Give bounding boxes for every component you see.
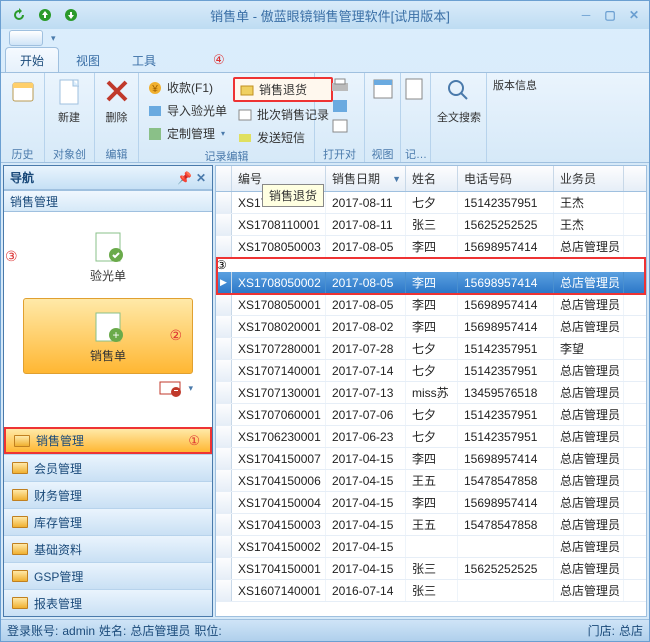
folder-icon bbox=[12, 570, 28, 582]
fullsearch-button[interactable]: 全文搜索 bbox=[435, 75, 483, 127]
table-row[interactable]: XS17071300012017-07-13miss苏13459576518总店… bbox=[216, 382, 646, 404]
tab-tools[interactable]: 工具 bbox=[117, 47, 171, 72]
nav-section-header[interactable]: 销售管理 bbox=[4, 190, 212, 212]
data-grid: 编号销售退货 销售日期▼ 姓名 电话号码 业务员 XS1708110002201… bbox=[215, 165, 647, 617]
folder-icon bbox=[12, 516, 28, 528]
table-row[interactable]: XS17071400012017-07-14七夕15142357951总店管理员 bbox=[216, 360, 646, 382]
nav-list: 销售管理① 会员管理 财务管理 库存管理 基础资料 GSP管理 报表管理 bbox=[4, 427, 212, 616]
grid-header: 编号销售退货 销售日期▼ 姓名 电话号码 业务员 bbox=[216, 166, 646, 192]
table-row[interactable]: XS17041500042017-04-15李四15698957414总店管理员 bbox=[216, 492, 646, 514]
table-row[interactable]: XS17041500032017-04-15王五15478547858总店管理员 bbox=[216, 514, 646, 536]
import-optometry-button[interactable]: 导入验光单 bbox=[143, 100, 231, 121]
print-icon[interactable] bbox=[330, 77, 350, 95]
folder-icon bbox=[12, 489, 28, 501]
table-row[interactable]: XS17062300012017-06-23七夕15142357951总店管理员 bbox=[216, 426, 646, 448]
close-button[interactable]: ✕ bbox=[625, 7, 643, 23]
table-row[interactable]: XS17072800012017-07-28七夕15142357951李望 bbox=[216, 338, 646, 360]
nav-card-optometry[interactable]: ③ 验光单 bbox=[23, 218, 193, 294]
nav-title: 导航 bbox=[10, 169, 34, 186]
svg-text:¥: ¥ bbox=[151, 84, 158, 95]
nav-item-member[interactable]: 会员管理 bbox=[4, 454, 212, 481]
nav-item-sales[interactable]: 销售管理① bbox=[4, 427, 212, 454]
folder-icon bbox=[14, 435, 30, 447]
nav-panel: 导航 📌 ✕ 销售管理 ③ 验光单 ② + 销售单 ▾ 销售管理① 会员管理 财务管… bbox=[3, 165, 213, 617]
col-date[interactable]: 销售日期▼ bbox=[326, 166, 406, 191]
minimize-button[interactable]: ─ bbox=[577, 7, 595, 23]
nav-item-basic[interactable]: 基础资料 bbox=[4, 535, 212, 562]
header-tooltip: 销售退货 bbox=[262, 184, 324, 207]
annotation-3: ③ bbox=[5, 248, 18, 265]
tab-view[interactable]: 视图 bbox=[61, 47, 115, 72]
col-id[interactable]: 编号销售退货 bbox=[232, 166, 326, 191]
table-row[interactable]: XS17070600012017-07-06七夕15142357951总店管理员 bbox=[216, 404, 646, 426]
nav-item-finance[interactable]: 财务管理 bbox=[4, 481, 212, 508]
folder-icon bbox=[12, 543, 28, 555]
log-button[interactable] bbox=[405, 75, 431, 109]
table-row[interactable]: XS17080200012017-08-02李四15698957414总店管理员 bbox=[216, 316, 646, 338]
ribbon: 历史 新建对象创建 删除编辑 ¥收款(F1) 导入验光单 定制管理▾ 销售退货 … bbox=[1, 73, 649, 163]
annotation-3-row: ③ bbox=[216, 258, 227, 272]
history-button[interactable] bbox=[5, 75, 40, 109]
version-button[interactable]: 版本信息 bbox=[491, 75, 539, 95]
preview-icon[interactable] bbox=[330, 117, 350, 135]
titlebar: 销售单 - 傲蓝眼镜销售管理软件[试用版本] ─ ▢ ✕ bbox=[1, 1, 649, 29]
annotation-2: ② bbox=[169, 327, 182, 344]
pin-icon[interactable]: 📌 bbox=[177, 171, 192, 185]
nav-item-stock[interactable]: 库存管理 bbox=[4, 508, 212, 535]
table-row[interactable]: ▶XS17080500022017-08-05李四15698957414总店管理… bbox=[216, 272, 646, 294]
qat-down[interactable] bbox=[59, 4, 83, 26]
table-row[interactable]: XS17081100012017-08-11张三15625252525王杰 bbox=[216, 214, 646, 236]
table-row[interactable]: XS17041500072017-04-15李四15698957414总店管理员 bbox=[216, 448, 646, 470]
table-row[interactable]: XS17041500022017-04-15总店管理员 bbox=[216, 536, 646, 558]
window-title: 销售单 - 傲蓝眼镜销售管理软件[试用版本] bbox=[83, 6, 577, 25]
svg-text:+: + bbox=[112, 328, 119, 342]
table-row[interactable]: XS17041500012017-04-15张三15625252525总店管理员 bbox=[216, 558, 646, 580]
delete-button[interactable]: 删除 bbox=[99, 75, 134, 127]
qat-refresh[interactable] bbox=[7, 4, 31, 26]
nav-item-report[interactable]: 报表管理 bbox=[4, 589, 212, 616]
ribbon-tabs: 开始 视图 工具 ④ bbox=[1, 47, 649, 73]
folder-icon bbox=[12, 462, 28, 474]
tab-start[interactable]: 开始 bbox=[5, 47, 59, 72]
new-button[interactable]: 新建 bbox=[49, 75, 89, 127]
status-bar: 登录账号:admin 姓名:总店管理员 职位: 门店:总店 bbox=[1, 619, 649, 641]
nav-card-sales[interactable]: ② + 销售单 bbox=[23, 298, 193, 374]
qat-up[interactable] bbox=[33, 4, 57, 26]
app-menu[interactable] bbox=[9, 30, 43, 46]
view-button[interactable] bbox=[369, 75, 401, 109]
maximize-button[interactable]: ▢ bbox=[601, 7, 619, 23]
col-name[interactable]: 姓名 bbox=[406, 166, 458, 191]
chevron-down-icon[interactable]: ▾ bbox=[188, 383, 193, 394]
col-phone[interactable]: 电话号码 bbox=[458, 166, 554, 191]
table-row[interactable]: XS16071400012016-07-14张三总店管理员 bbox=[216, 580, 646, 602]
nav-item-gsp[interactable]: GSP管理 bbox=[4, 562, 212, 589]
table-row[interactable]: XS17080500032017-08-05李四15698957414总店管理员 bbox=[216, 236, 646, 258]
annotation-1: ① bbox=[188, 433, 200, 449]
sort-desc-icon: ▼ bbox=[392, 174, 401, 184]
annotation-4: ④ bbox=[213, 52, 225, 72]
nav-more-icon[interactable] bbox=[156, 378, 184, 398]
custom-manage-button[interactable]: 定制管理▾ bbox=[143, 123, 231, 144]
col-emp[interactable]: 业务员 bbox=[554, 166, 624, 191]
export-icon[interactable] bbox=[330, 97, 350, 115]
receipt-button[interactable]: ¥收款(F1) bbox=[143, 77, 231, 98]
table-row[interactable]: XS17080500012017-08-05李四15698957414总店管理员 bbox=[216, 294, 646, 316]
folder-icon bbox=[12, 597, 28, 609]
nav-close-icon[interactable]: ✕ bbox=[196, 171, 206, 185]
table-row[interactable]: XS17041500062017-04-15王五15478547858总店管理员 bbox=[216, 470, 646, 492]
